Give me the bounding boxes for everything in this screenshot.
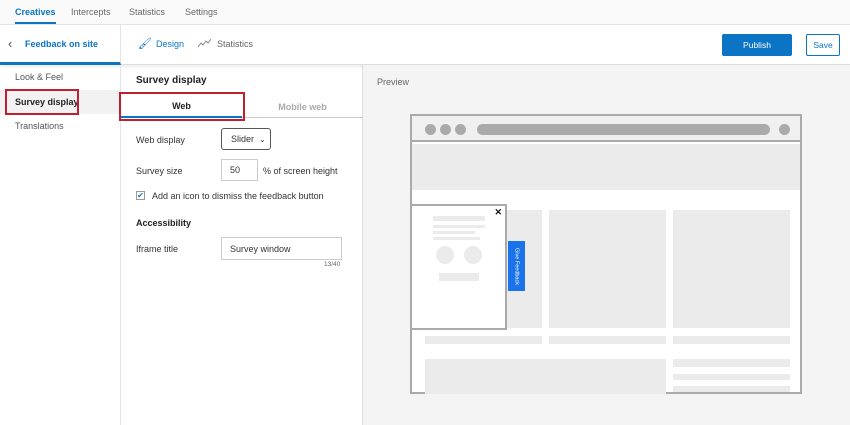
dismiss-checkbox[interactable]: ✔ <box>136 191 145 200</box>
publish-button[interactable]: Publish <box>722 34 792 56</box>
design-tab[interactable]: Design <box>156 39 184 49</box>
tab-statistics[interactable]: Statistics <box>129 7 165 17</box>
top-nav: Creatives Intercepts Statistics Settings <box>0 0 850 25</box>
tab-mobile-web[interactable]: Mobile web <box>242 96 363 118</box>
statistics-tab[interactable]: Statistics <box>217 39 253 49</box>
web-display-label: Web display <box>136 135 185 145</box>
survey-size-label: Survey size <box>136 166 183 176</box>
web-display-value: Slider <box>231 134 255 144</box>
back-nav[interactable]: ‹ Feedback on site <box>0 25 121 65</box>
preview-pane: Preview ✕ Give Feedback <box>363 65 850 425</box>
panel-title: Survey display <box>136 75 207 86</box>
survey-size-input[interactable]: 50 <box>221 159 258 181</box>
save-button[interactable]: Save <box>806 34 840 56</box>
iframe-title-label: Iframe title <box>136 244 179 254</box>
sidebar-item-translations[interactable]: Translations <box>0 114 120 138</box>
give-feedback-button[interactable]: Give Feedback <box>508 241 525 291</box>
survey-slider-mockup: ✕ <box>410 204 507 330</box>
survey-size-unit: % of screen height <box>263 166 338 176</box>
highlight-box <box>5 89 79 115</box>
accessibility-heading: Accessibility <box>136 218 192 228</box>
highlight-box <box>119 92 245 121</box>
smile-icon <box>436 246 454 264</box>
chart-line-icon <box>198 39 211 48</box>
brush-icon: 🖌 <box>138 38 152 50</box>
editor-header: 🖌 Design Statistics Publish Save <box>0 25 850 65</box>
dismiss-checkbox-label: Add an icon to dismiss the feedback butt… <box>152 191 324 201</box>
back-label[interactable]: Feedback on site <box>25 39 98 49</box>
iframe-title-input[interactable]: Survey window <box>221 237 342 260</box>
close-icon[interactable]: ✕ <box>494 207 502 218</box>
tab-creatives[interactable]: Creatives <box>15 7 56 24</box>
tab-settings[interactable]: Settings <box>185 7 218 17</box>
sidebar: Look & Feel Survey display Translations <box>0 65 121 425</box>
sidebar-item-look-feel[interactable]: Look & Feel <box>0 65 120 89</box>
frown-icon <box>464 246 482 264</box>
preview-label: Preview <box>377 77 410 87</box>
char-count: 13/40 <box>324 261 341 268</box>
web-display-select[interactable]: Slider ⌄ <box>221 128 271 150</box>
chevron-left-icon[interactable]: ‹ <box>8 36 12 51</box>
chevron-down-icon: ⌄ <box>259 134 266 144</box>
tab-intercepts[interactable]: Intercepts <box>71 7 111 17</box>
